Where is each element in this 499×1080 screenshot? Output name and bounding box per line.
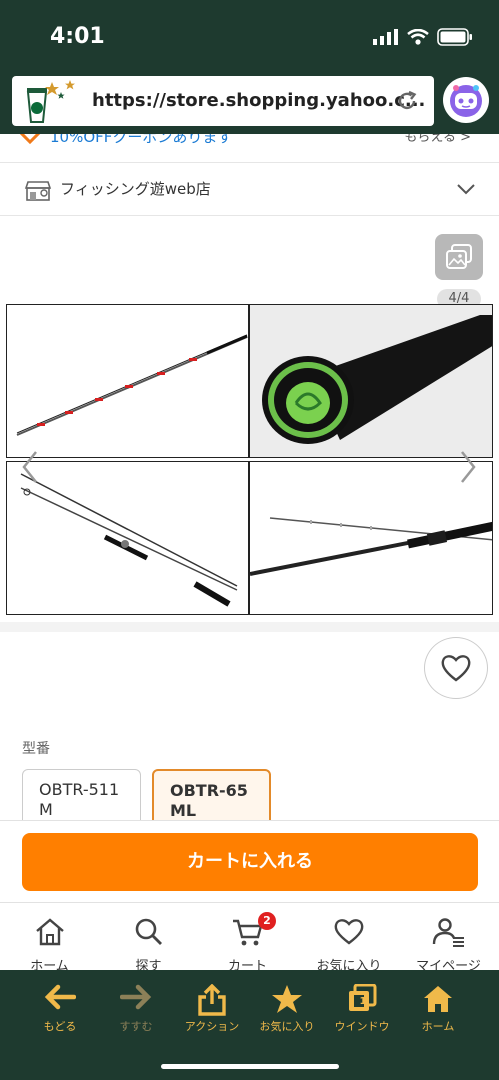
- store-row[interactable]: フィッシング遊web店: [0, 165, 499, 215]
- star-icon: [272, 985, 302, 1013]
- gallery-list-button[interactable]: [435, 234, 483, 280]
- product-image-rod-tip[interactable]: [6, 304, 249, 458]
- product-image-full-rod[interactable]: [6, 461, 249, 615]
- add-to-cart-button[interactable]: カートに入れる: [22, 833, 478, 891]
- status-time: 4:01: [50, 24, 105, 49]
- address-bar[interactable]: https://store.shopping.yahoo.c...: [12, 76, 434, 126]
- home-icon: [35, 918, 64, 946]
- status-icons: [373, 28, 473, 46]
- product-image-butt-cap[interactable]: [249, 304, 493, 458]
- window-count: 1: [359, 996, 367, 1007]
- section-separator: [0, 622, 499, 632]
- store-icon: [24, 181, 52, 201]
- browser-toolbar: https://store.shopping.yahoo.c...: [0, 72, 499, 134]
- tab-search[interactable]: 探す: [99, 909, 198, 974]
- model-number-label: 型番: [22, 741, 50, 757]
- user-icon: [432, 918, 464, 947]
- home-icon: [424, 986, 452, 1012]
- home-button[interactable]: ホーム: [400, 980, 476, 1036]
- action-button[interactable]: アクション: [174, 980, 250, 1036]
- toolbar-label: アクション: [184, 1020, 240, 1033]
- search-icon: [135, 918, 162, 945]
- chevron-down-icon[interactable]: [456, 183, 476, 195]
- forward-arrow-icon: [120, 984, 152, 1010]
- coupon-banner[interactable]: 10%OFFクーポンあります もらえる >: [0, 134, 499, 148]
- toolbar-label: もどる: [43, 1020, 77, 1033]
- toolbar-label: ウインドウ: [334, 1020, 390, 1033]
- home-indicator[interactable]: [161, 1064, 339, 1069]
- site-tab-bar: ホーム 探す 2 カート お気に入り マイページ: [0, 902, 499, 974]
- signal-icon: [373, 29, 398, 45]
- tab-mypage[interactable]: マイページ: [398, 909, 499, 974]
- store-name: フィッシング遊web店: [60, 180, 211, 198]
- heart-icon: [441, 655, 471, 682]
- coupon-icon: [19, 134, 41, 145]
- heart-icon: [334, 919, 364, 945]
- rod-tip-illustration: [16, 334, 248, 436]
- toolbar-label: ホーム: [421, 1020, 455, 1033]
- windows-button[interactable]: 1 ウインドウ: [324, 980, 400, 1036]
- full-rod-illustration: [20, 473, 238, 607]
- tab-favorites[interactable]: お気に入り: [297, 909, 401, 974]
- forward-button[interactable]: すすむ: [98, 980, 174, 1036]
- butt-cap-illustration: [250, 305, 492, 457]
- rod-handle-illustration: [250, 517, 492, 576]
- reload-icon[interactable]: [396, 90, 418, 112]
- back-button[interactable]: もどる: [22, 980, 98, 1036]
- product-image-rod-handle[interactable]: [249, 461, 493, 615]
- back-arrow-icon: [44, 984, 76, 1010]
- toolbar-label: お気に入り: [259, 1020, 315, 1033]
- status-bar: 4:01: [0, 0, 499, 72]
- bookmark-button[interactable]: お気に入り: [249, 980, 325, 1036]
- next-image-arrow-icon[interactable]: [458, 450, 478, 484]
- app-avatar-icon[interactable]: [443, 77, 489, 123]
- battery-icon: [437, 28, 472, 46]
- url-text: https://store.shopping.yahoo.c...: [92, 90, 426, 111]
- tab-cart[interactable]: 2 カート: [198, 909, 297, 974]
- gallery-icon: [446, 244, 472, 269]
- cart-action-bar: カートに入れる: [0, 820, 499, 902]
- coupon-text: 10%OFFクーポンあります: [50, 134, 233, 146]
- starbucks-cup-favicon-icon: [26, 80, 75, 123]
- coupon-get-link[interactable]: もらえる >: [404, 134, 471, 145]
- previous-image-arrow-icon[interactable]: [20, 450, 40, 484]
- screen: 4:01 https://store.shopping.yahoo.c... 1…: [0, 0, 499, 1080]
- wifi-icon: [407, 29, 429, 45]
- divider: [0, 215, 499, 216]
- tab-home[interactable]: ホーム: [0, 909, 99, 974]
- share-icon: [198, 984, 226, 1016]
- divider: [0, 162, 499, 163]
- cart-count-badge: 2: [258, 912, 276, 930]
- toolbar-label: すすむ: [119, 1020, 153, 1033]
- favorite-button[interactable]: [424, 637, 488, 699]
